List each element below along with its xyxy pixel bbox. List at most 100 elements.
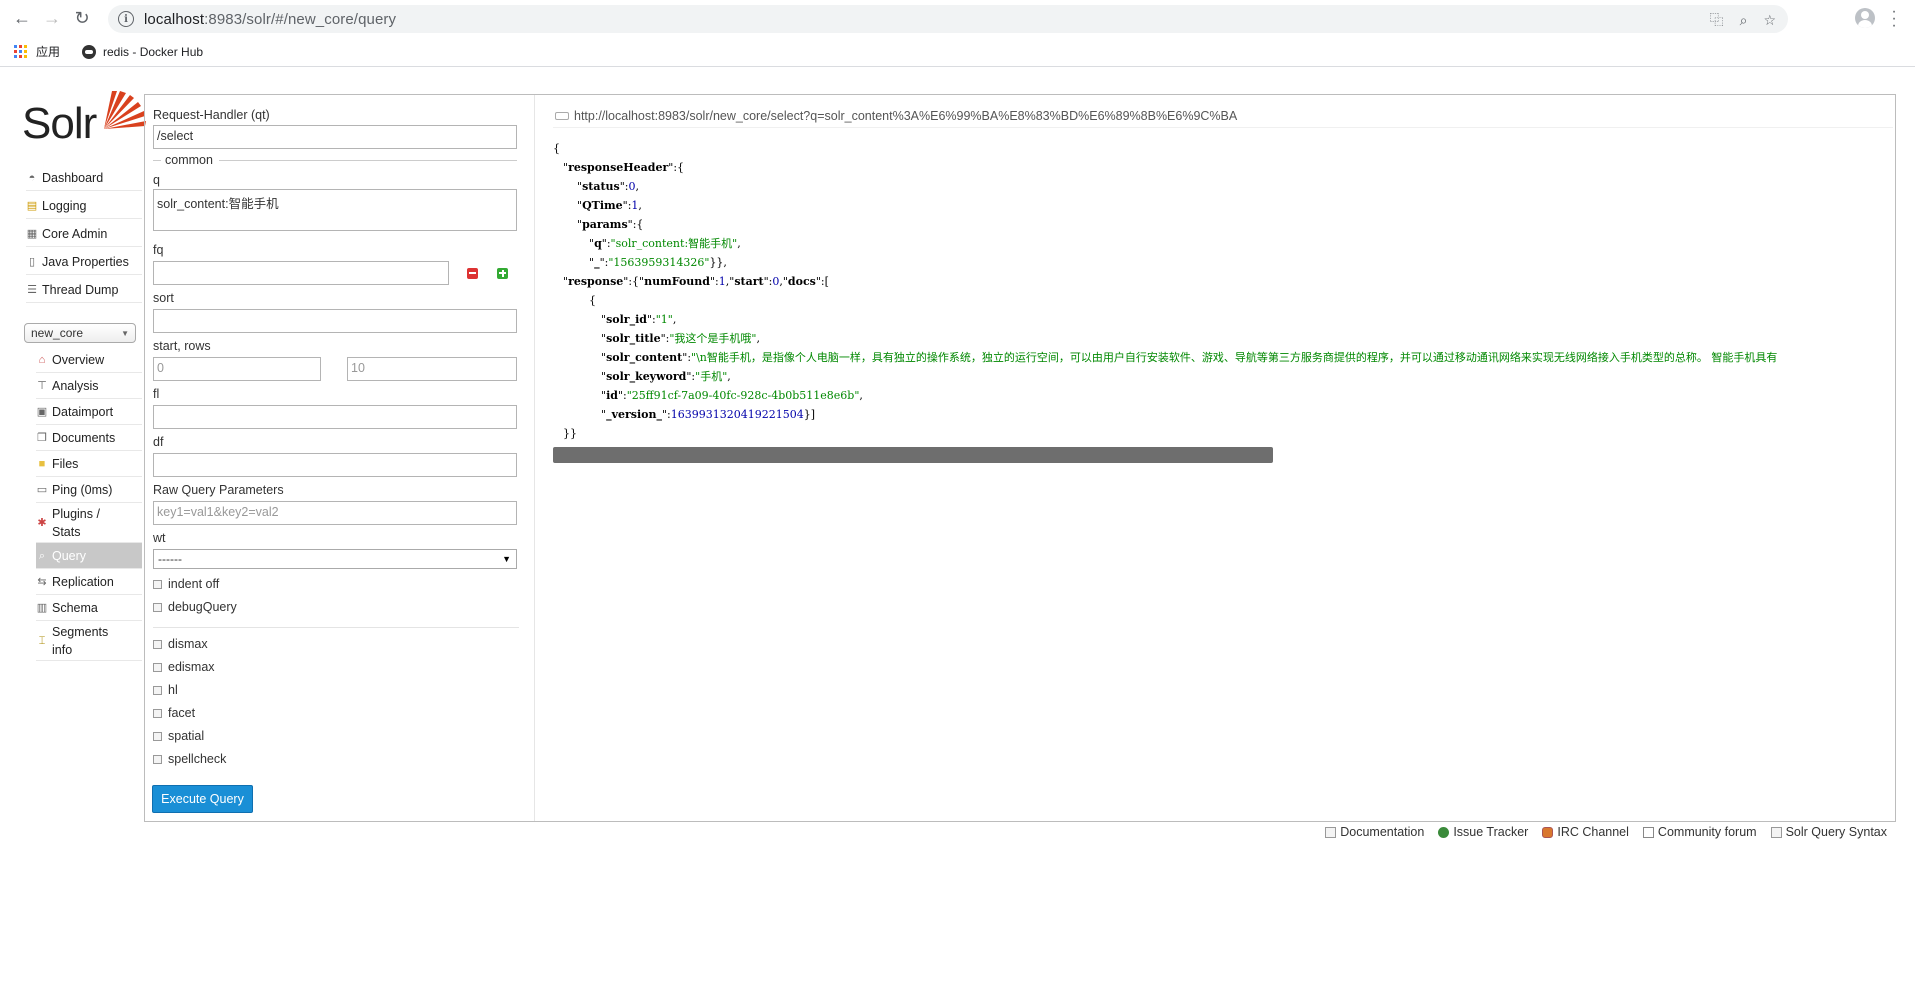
core-item-query[interactable]: ⌕ Query xyxy=(36,543,142,569)
plugins-icon: ✱ xyxy=(37,516,47,529)
footer-issue-tracker-link[interactable]: Issue Tracker xyxy=(1438,825,1528,839)
link-icon xyxy=(555,111,569,120)
magnifier-icon: ⌕ xyxy=(38,549,46,562)
footer-irc-channel-link[interactable]: IRC Channel xyxy=(1542,825,1629,839)
address-url[interactable]: localhost:8983/solr/#/new_core/query xyxy=(144,11,396,28)
rows-input[interactable]: 10 xyxy=(347,357,517,381)
indent-off-checkbox[interactable]: indent off xyxy=(153,577,219,591)
wt-select[interactable]: ------ ▼ xyxy=(153,549,517,569)
fl-label: fl xyxy=(153,387,160,401)
bug-icon xyxy=(1438,826,1450,838)
core-item-ping[interactable]: ▭ Ping (0ms) xyxy=(36,477,142,503)
home-icon: ⌂ xyxy=(38,353,46,366)
syntax-icon xyxy=(1770,826,1782,838)
core-item-overview[interactable]: ⌂ Overview xyxy=(36,347,142,373)
spatial-checkbox[interactable]: spatial xyxy=(153,729,204,743)
bookmark-redis-docker-hub[interactable]: redis - Docker Hub xyxy=(82,44,203,59)
solr-logo[interactable]: Solr xyxy=(22,89,146,149)
fq-label: fq xyxy=(153,243,164,257)
wt-label: wt xyxy=(153,531,166,545)
replication-icon: ⇆ xyxy=(37,575,47,588)
sidebar-item-core-admin[interactable]: ▦ Core Admin xyxy=(26,221,142,247)
chevron-down-icon: ▼ xyxy=(502,554,511,564)
core-item-segments-info[interactable]: ⌶ Segments info xyxy=(36,621,142,661)
chevron-down-icon: ▼ xyxy=(121,329,129,338)
core-item-plugins-stats[interactable]: ✱ Plugins / Stats xyxy=(36,503,142,543)
back-arrow-icon[interactable]: ← xyxy=(10,7,34,31)
documents-icon: ❐ xyxy=(37,431,47,444)
fq-input[interactable] xyxy=(153,261,449,285)
address-bar[interactable]: i localhost:8983/solr/#/new_core/query ⿻… xyxy=(108,5,1788,33)
footer-community-forum-link[interactable]: Community forum xyxy=(1642,825,1757,839)
edismax-checkbox[interactable]: edismax xyxy=(153,660,215,674)
horizontal-scrollbar[interactable] xyxy=(553,447,1273,463)
core-selector[interactable]: new_core ▼ xyxy=(24,323,136,343)
dismax-checkbox[interactable]: dismax xyxy=(153,637,208,651)
solr-sunburst-icon xyxy=(104,91,146,129)
remove-fq-button[interactable] xyxy=(467,268,478,279)
logging-icon: ▤ xyxy=(26,199,38,212)
core-item-replication[interactable]: ⇆ Replication xyxy=(36,569,142,595)
common-fieldset-legend: common xyxy=(153,153,517,167)
q-label: q xyxy=(153,173,160,187)
reload-icon[interactable]: ↻ xyxy=(70,7,94,31)
dataimport-icon: ▣ xyxy=(36,405,48,418)
ping-icon: ▭ xyxy=(36,483,48,496)
fl-input[interactable] xyxy=(153,405,517,429)
query-form: Request-Handler (qt) /select common q so… xyxy=(145,95,535,821)
execute-query-button[interactable]: Execute Query xyxy=(152,785,253,813)
sidebar-item-thread-dump[interactable]: ☰ Thread Dump xyxy=(26,277,142,303)
raw-query-parameters-input[interactable]: key1=val1&key2=val2 xyxy=(153,501,517,525)
solr-admin-app: Solr ◓ Dashboard ▤ Logging ▦ Core Admin … xyxy=(0,67,1915,1008)
core-item-analysis[interactable]: ⊤ Analysis xyxy=(36,373,142,399)
q-textarea[interactable]: solr_content:智能手机 xyxy=(153,189,517,231)
core-item-documents[interactable]: ❐ Documents xyxy=(36,425,142,451)
document-icon xyxy=(1325,826,1337,838)
sort-label: sort xyxy=(153,291,174,305)
request-handler-label: Request-Handler (qt) xyxy=(153,108,270,122)
forward-arrow-icon[interactable]: → xyxy=(40,7,64,31)
bookmarks-bar: 应用 redis - Docker Hub xyxy=(0,37,1915,67)
translate-icon[interactable]: ⿻ xyxy=(1710,10,1724,30)
core-item-schema[interactable]: ▥ Schema xyxy=(36,595,142,621)
funnel-icon: ⊤ xyxy=(37,379,47,392)
core-item-dataimport[interactable]: ▣ Dataimport xyxy=(36,399,142,425)
json-response: { "responseHeader":{ "status":0, "QTime"… xyxy=(553,142,1778,440)
browser-toolbar: ← → ↻ i localhost:8983/solr/#/new_core/q… xyxy=(0,0,1915,37)
apps-grid-icon[interactable] xyxy=(14,44,28,59)
irc-icon xyxy=(1542,826,1554,838)
form-divider xyxy=(153,627,519,628)
footer-links: Documentation Issue Tracker IRC Channel … xyxy=(1325,825,1887,839)
docker-icon xyxy=(82,44,97,59)
start-input[interactable]: 0 xyxy=(153,357,321,381)
menu-kebab-icon[interactable]: · · · xyxy=(1890,4,1898,34)
spellcheck-checkbox[interactable]: spellcheck xyxy=(153,752,226,766)
profile-avatar-icon[interactable] xyxy=(1855,8,1875,28)
sidebar-item-dashboard[interactable]: ◓ Dashboard xyxy=(26,165,142,191)
schema-icon: ▥ xyxy=(36,601,48,614)
df-input[interactable] xyxy=(153,453,517,477)
core-item-files[interactable]: ■ Files xyxy=(36,451,142,477)
segments-icon: ⌶ xyxy=(38,634,46,647)
start-rows-label: start, rows xyxy=(153,339,211,353)
thread-dump-icon: ☰ xyxy=(27,283,37,296)
sort-input[interactable] xyxy=(153,309,517,333)
bookmark-apps[interactable]: 应用 xyxy=(36,43,60,60)
dashboard-icon: ◓ xyxy=(28,171,36,184)
mail-icon xyxy=(1642,826,1654,838)
hl-checkbox[interactable]: hl xyxy=(153,683,178,697)
debug-query-checkbox[interactable]: debugQuery xyxy=(153,600,237,614)
zoom-icon[interactable]: ⌕ xyxy=(1740,12,1748,29)
add-fq-button[interactable] xyxy=(497,268,508,279)
sidebar-item-java-properties[interactable]: ▯ Java Properties xyxy=(26,249,142,275)
footer-documentation-link[interactable]: Documentation xyxy=(1325,825,1424,839)
sidebar-item-logging[interactable]: ▤ Logging xyxy=(26,193,142,219)
df-label: df xyxy=(153,435,164,449)
info-icon[interactable]: i xyxy=(118,11,134,27)
request-url-link[interactable]: http://localhost:8983/solr/new_core/sele… xyxy=(553,104,1893,128)
request-handler-input[interactable]: /select xyxy=(153,125,517,149)
facet-checkbox[interactable]: facet xyxy=(153,706,195,720)
query-panel: Request-Handler (qt) /select common q so… xyxy=(144,94,1896,822)
bookmark-star-icon[interactable]: ☆ xyxy=(1763,12,1776,29)
footer-query-syntax-link[interactable]: Solr Query Syntax xyxy=(1770,825,1887,839)
